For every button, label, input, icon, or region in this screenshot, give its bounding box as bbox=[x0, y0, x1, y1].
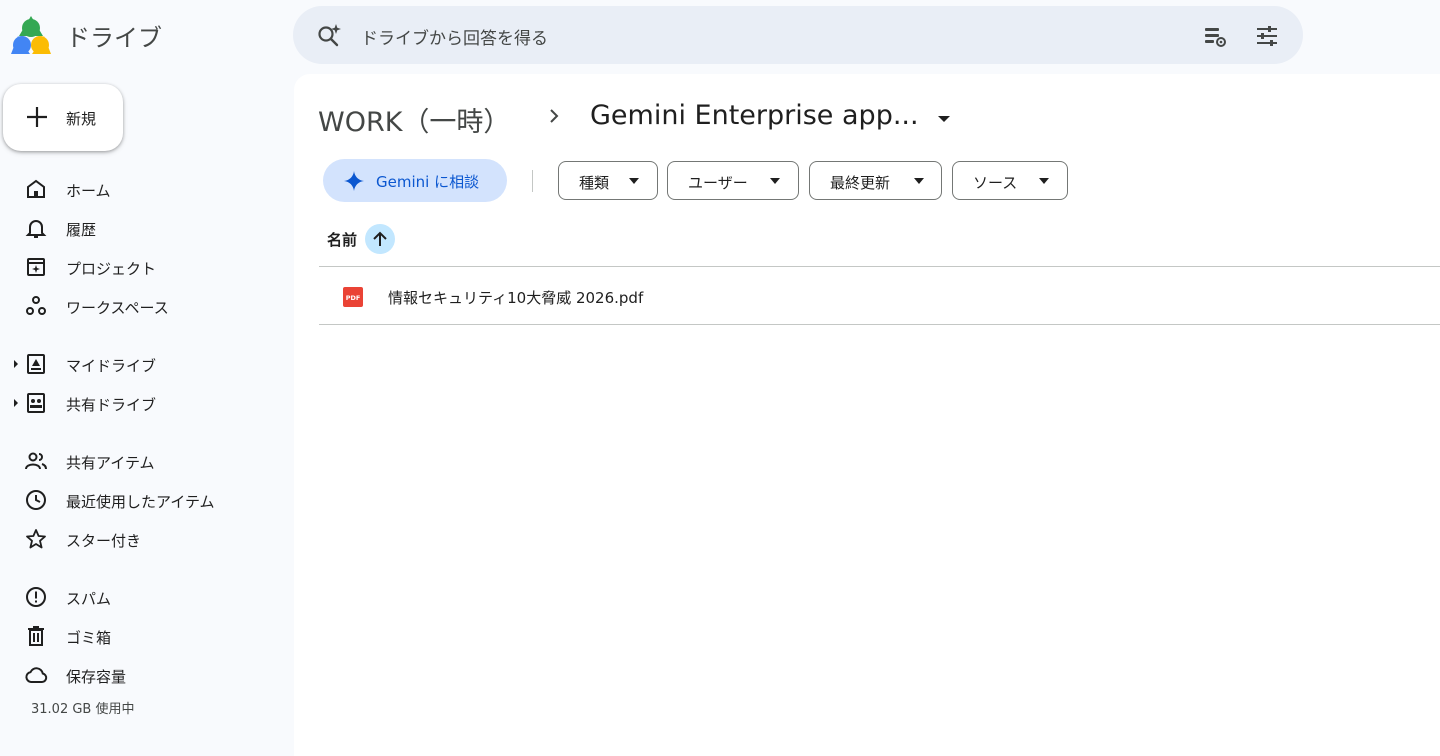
search-options-icon[interactable] bbox=[1253, 22, 1281, 50]
storage-usage-text: 31.02 GB 使用中 bbox=[31, 702, 135, 717]
filter-label: ソース bbox=[973, 174, 1018, 192]
shared-drive-icon bbox=[27, 393, 45, 413]
folder-menu-dropdown-icon[interactable] bbox=[932, 108, 956, 128]
sidebar-item-label: スター付き bbox=[66, 532, 142, 550]
breadcrumb-parent[interactable]: WORK（一時） bbox=[318, 100, 510, 139]
expand-caret-icon[interactable] bbox=[13, 399, 19, 407]
sidebar-item-label: 保存容量 bbox=[66, 668, 127, 686]
new-button-label: 新規 bbox=[66, 110, 97, 128]
sidebar-item-label: 共有アイテム bbox=[66, 454, 155, 472]
column-header-name[interactable]: 名前 bbox=[327, 229, 357, 250]
search-input[interactable]: ドライブから回答を得る bbox=[361, 24, 548, 49]
main-panel: WORK（一時） Gemini Enterprise app... Gemini… bbox=[294, 74, 1440, 756]
search-spark-icon bbox=[318, 24, 341, 47]
sidebar-item-label: 共有ドライブ bbox=[66, 396, 157, 414]
plus-icon bbox=[27, 107, 47, 127]
ask-gemini-label: Gemini に相談 bbox=[376, 173, 480, 191]
sidebar-item-label: スパム bbox=[66, 590, 112, 608]
filter-label: 種類 bbox=[579, 174, 610, 192]
chevron-right-icon bbox=[550, 109, 559, 123]
sidebar-item-shared-with-me[interactable]: 共有アイテム bbox=[0, 443, 280, 479]
search-settings-icon[interactable] bbox=[1201, 22, 1229, 50]
drive-app: ドライブ ドライブから回答を得る 新規 ホーム 履歴 プロジェクト ワークスペー… bbox=[0, 0, 1440, 756]
filter-type-chip[interactable]: 種類 bbox=[558, 161, 658, 200]
sidebar-item-spam[interactable]: スパム bbox=[0, 579, 280, 615]
home-icon bbox=[27, 179, 45, 198]
drive-logo-icon[interactable] bbox=[10, 14, 52, 56]
caret-down-icon bbox=[914, 178, 924, 184]
pdf-icon: PDF bbox=[343, 287, 363, 307]
sidebar-item-label: マイドライブ bbox=[66, 357, 157, 375]
gemini-spark-icon bbox=[344, 171, 364, 191]
trash-icon bbox=[28, 626, 44, 646]
people-icon bbox=[25, 452, 47, 470]
ask-gemini-button[interactable]: Gemini に相談 bbox=[323, 159, 507, 202]
my-drive-icon bbox=[27, 354, 45, 374]
search-bar[interactable]: ドライブから回答を得る bbox=[293, 6, 1303, 64]
filter-label: 最終更新 bbox=[830, 174, 891, 192]
filter-label: ユーザー bbox=[688, 174, 748, 192]
sidebar-item-storage[interactable]: 保存容量 bbox=[0, 657, 280, 693]
svg-text:PDF: PDF bbox=[346, 294, 361, 302]
caret-down-icon bbox=[770, 178, 780, 184]
filter-user-chip[interactable]: ユーザー bbox=[667, 161, 799, 200]
expand-caret-icon[interactable] bbox=[13, 360, 19, 368]
toolbar-divider bbox=[532, 170, 533, 192]
filter-modified-chip[interactable]: 最終更新 bbox=[809, 161, 942, 200]
project-icon bbox=[27, 258, 45, 276]
clock-icon bbox=[26, 490, 46, 510]
arrow-up-icon bbox=[373, 231, 387, 246]
spam-icon bbox=[26, 587, 46, 607]
sort-direction-button[interactable] bbox=[365, 224, 395, 254]
sidebar-item-workspace[interactable]: ワークスペース bbox=[0, 288, 280, 324]
filter-source-chip[interactable]: ソース bbox=[952, 161, 1068, 200]
sidebar-item-home[interactable]: ホーム bbox=[0, 171, 280, 207]
breadcrumb-current[interactable]: Gemini Enterprise app... bbox=[590, 100, 919, 131]
sidebar-item-label: 最近使用したアイテム bbox=[66, 493, 215, 511]
table-row[interactable]: PDF 情報セキュリティ10大脅威 2026.pdf bbox=[319, 267, 1440, 324]
sidebar-item-label: プロジェクト bbox=[66, 260, 157, 278]
caret-down-icon bbox=[629, 178, 639, 184]
table-divider bbox=[319, 324, 1440, 325]
file-name: 情報セキュリティ10大脅威 2026.pdf bbox=[388, 289, 644, 307]
sidebar-item-starred[interactable]: スター付き bbox=[0, 521, 280, 557]
sidebar-item-shared-drives[interactable]: 共有ドライブ bbox=[0, 385, 280, 421]
caret-down-icon bbox=[1039, 178, 1049, 184]
sidebar-item-label: ワークスペース bbox=[66, 299, 169, 317]
new-button[interactable]: 新規 bbox=[3, 84, 123, 151]
sidebar-item-label: ホーム bbox=[66, 182, 111, 200]
sidebar-item-label: ゴミ箱 bbox=[66, 629, 112, 647]
app-title[interactable]: ドライブ bbox=[66, 18, 162, 53]
sidebar-item-history[interactable]: 履歴 bbox=[0, 210, 280, 246]
sidebar-item-my-drive[interactable]: マイドライブ bbox=[0, 346, 280, 382]
sidebar-item-projects[interactable]: プロジェクト bbox=[0, 249, 280, 285]
bell-icon bbox=[25, 220, 47, 238]
star-icon bbox=[26, 529, 46, 549]
workspace-icon bbox=[26, 296, 46, 315]
sidebar-item-recent[interactable]: 最近使用したアイテム bbox=[0, 482, 280, 518]
cloud-icon bbox=[25, 667, 48, 683]
sidebar-item-trash[interactable]: ゴミ箱 bbox=[0, 618, 280, 654]
sidebar-item-label: 履歴 bbox=[66, 221, 97, 239]
